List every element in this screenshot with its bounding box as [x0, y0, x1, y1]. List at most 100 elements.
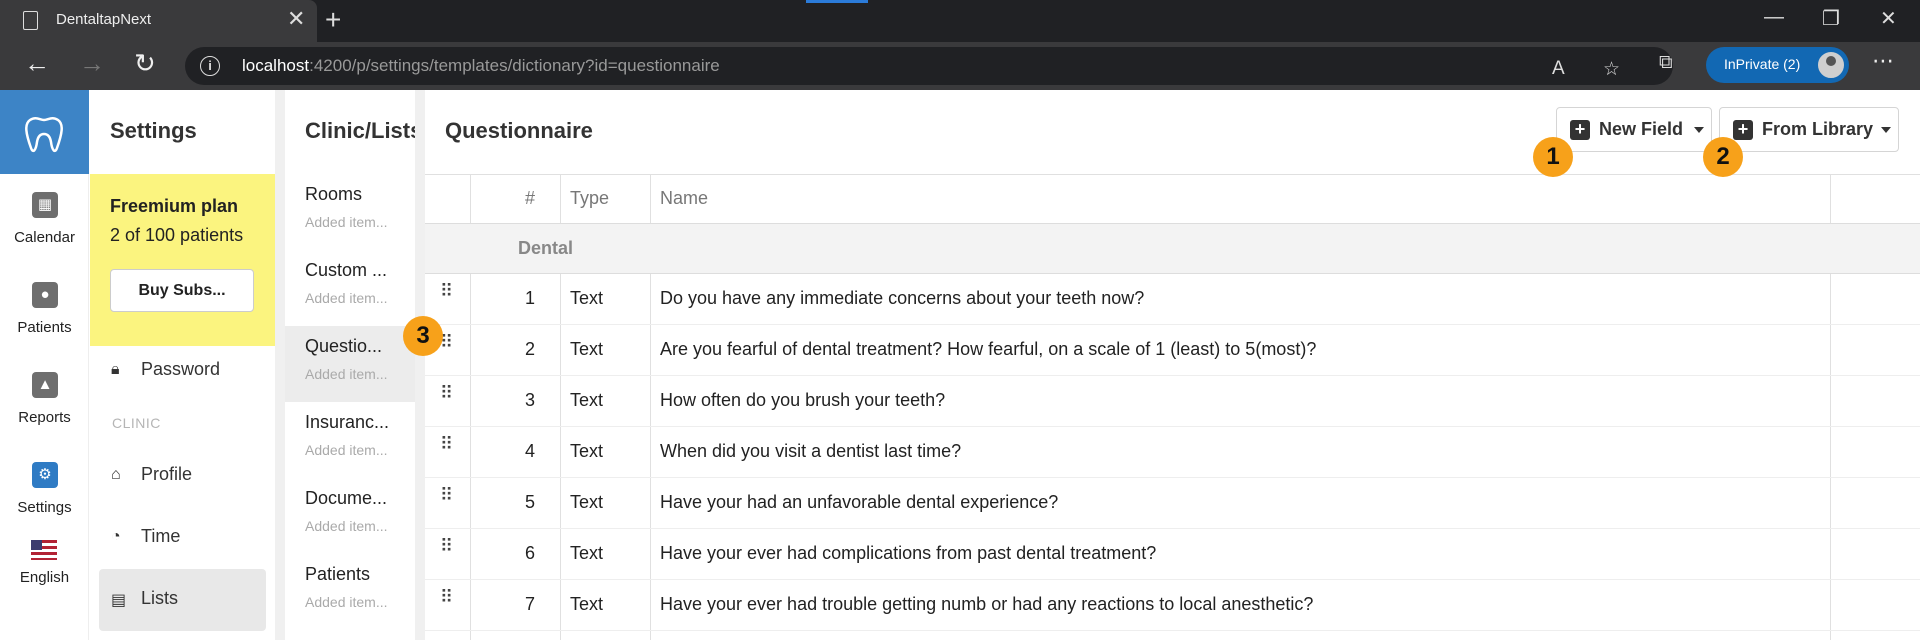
row-name: Have your ever had trouble getting numb …: [660, 594, 1314, 614]
rail-label-language: English: [19, 569, 70, 586]
table-row[interactable]: ⠿ 2 Text Are you fearful of dental treat…: [425, 325, 1920, 376]
settings-item-label: Lists: [141, 588, 179, 608]
fields-table: # Type Name Dental ⠿ 1 Text Do you have …: [425, 174, 1920, 640]
resize-handle[interactable]: [275, 90, 285, 640]
list-item-questionnaire[interactable]: Questio... Added item...: [285, 326, 415, 402]
list-item-sub: Added item...: [305, 214, 388, 230]
list-item-custom[interactable]: Custom ... Added item...: [285, 250, 415, 326]
row-number: 7: [524, 594, 535, 614]
refresh-icon[interactable]: ↻: [134, 48, 156, 79]
gear-icon: ⚙: [32, 462, 58, 488]
document-icon: [23, 11, 38, 30]
new-field-button[interactable]: + New Field: [1556, 107, 1712, 152]
rail-language[interactable]: English: [0, 540, 89, 620]
rail-reports[interactable]: ▲ Reports: [0, 372, 89, 452]
list-item-documents[interactable]: Docume... Added item...: [285, 478, 415, 554]
drag-handle-icon[interactable]: ⠿: [440, 537, 454, 555]
rail-label-settings: Settings: [17, 499, 72, 516]
avatar: [1816, 50, 1846, 80]
table-row[interactable]: ⠿ 3 Text How often do you brush your tee…: [425, 376, 1920, 427]
list-item-insurance[interactable]: Insuranc... Added item...: [285, 402, 415, 478]
drag-handle-icon[interactable]: ⠿: [440, 486, 454, 504]
settings-item-label: Profile: [141, 464, 193, 484]
row-name: When did you visit a dentist last time?: [660, 441, 962, 461]
table-row[interactable]: ⠿ 6 Text Have your ever had complication…: [425, 529, 1920, 580]
caret-down-icon: [1881, 127, 1891, 133]
group-label: Dental: [518, 238, 574, 258]
favorites-add-icon[interactable]: ☆: [1603, 58, 1620, 81]
list-item-name: Custom ...: [305, 260, 388, 280]
plus-icon: +: [1733, 120, 1753, 140]
drag-handle-icon[interactable]: ⠿: [440, 435, 454, 453]
list-item-name: Docume...: [305, 488, 388, 508]
lock-icon: 🔒︎: [111, 361, 120, 378]
drag-handle-icon[interactable]: ⠿: [440, 384, 454, 402]
info-icon[interactable]: i: [200, 56, 220, 76]
list-item-name: Rooms: [305, 184, 363, 204]
settings-item-lists[interactable]: ▤ Lists: [99, 569, 266, 631]
rail-label-patients: Patients: [17, 319, 72, 336]
annotation-badge-2: 2: [1703, 137, 1743, 177]
tab-title: DentaltapNext: [56, 11, 152, 28]
lists-panel: Clinic/Lists Rooms Added item... Custom …: [285, 90, 415, 640]
browser-tab-bar: DentaltapNext ✕ + — ❐ ✕: [0, 0, 1920, 42]
list-item-name: Patients: [305, 564, 371, 584]
back-icon[interactable]: ←: [24, 48, 50, 79]
list-item-sub: Added item...: [305, 518, 388, 534]
minimize-icon[interactable]: —: [1764, 6, 1784, 29]
browser-tab[interactable]: DentaltapNext ✕: [0, 0, 317, 42]
inprivate-button[interactable]: InPrivate (2): [1706, 47, 1849, 83]
from-library-button[interactable]: + From Library: [1719, 107, 1899, 152]
list-item-rooms[interactable]: Rooms Added item...: [285, 174, 415, 250]
users-icon: ●: [32, 282, 58, 308]
column-header-name: Name: [660, 188, 709, 208]
drag-handle-icon[interactable]: ⠿: [440, 282, 454, 300]
list-item-sub: Added item...: [305, 594, 388, 610]
rail-label-calendar: Calendar: [14, 229, 75, 246]
drag-handle-icon[interactable]: ⠿: [440, 588, 454, 606]
rail-label-reports: Reports: [18, 409, 71, 426]
calendar-icon: ▦: [32, 192, 58, 218]
url-path: :4200/p/settings/templates/dictionary?id…: [309, 56, 720, 75]
forward-icon[interactable]: →: [79, 48, 105, 79]
url-text: localhost:4200/p/settings/templates/dict…: [242, 56, 720, 76]
us-flag-icon: [31, 540, 57, 560]
app-logo[interactable]: [0, 90, 89, 174]
rail-patients[interactable]: ● Patients: [0, 282, 89, 362]
inprivate-label: InPrivate (2): [1724, 56, 1801, 72]
tab-indicator: [806, 0, 868, 3]
rail-calendar[interactable]: ▦ Calendar: [0, 192, 89, 272]
plan-card: Freemium plan 2 of 100 patients Buy Subs…: [90, 174, 275, 346]
settings-item-time[interactable]: ◔ Time: [90, 507, 275, 569]
table-row[interactable]: ⠿ 4 Text When did you visit a dentist la…: [425, 427, 1920, 478]
row-number: 5: [524, 492, 535, 512]
settings-item-password[interactable]: 🔒︎ Password: [90, 340, 275, 402]
list-item-patients[interactable]: Patients Added item...: [285, 554, 415, 630]
settings-item-label: Time: [141, 526, 181, 546]
settings-item-profile[interactable]: ⌂ Profile: [90, 445, 275, 507]
list-item-sub: Added item...: [305, 442, 388, 458]
buy-subscription-button[interactable]: Buy Subs...: [110, 269, 254, 312]
table-row[interactable]: ⠿ 1 Text Do you have any immediate conce…: [425, 274, 1920, 325]
row-type: Text: [570, 390, 604, 410]
more-menu-icon[interactable]: ⋯: [1872, 48, 1894, 74]
table-row[interactable]: ⠿ 7 Text Have your ever had trouble gett…: [425, 580, 1920, 631]
row-number: 3: [524, 390, 535, 410]
from-library-label: From Library: [1762, 119, 1874, 139]
close-window-icon[interactable]: ✕: [1880, 6, 1897, 31]
collections-icon[interactable]: ⧉: [1659, 52, 1673, 74]
url-field[interactable]: i localhost:4200/p/settings/templates/di…: [185, 47, 1673, 85]
column-header-number: #: [524, 188, 535, 208]
clock-icon: ◔: [111, 528, 121, 545]
list-item-name: Questio...: [305, 336, 383, 356]
lists-title: Clinic/Lists: [305, 118, 415, 143]
row-number: 6: [524, 543, 535, 563]
table-row[interactable]: ⠿ 5 Text Have your had an unfavorable de…: [425, 478, 1920, 529]
read-aloud-icon[interactable]: A: [1552, 58, 1565, 80]
new-tab-icon[interactable]: +: [325, 4, 341, 36]
chart-icon: ▲: [32, 372, 58, 398]
rail-settings[interactable]: ⚙ Settings: [0, 462, 89, 542]
resize-handle[interactable]: [415, 90, 425, 640]
close-tab-icon[interactable]: ✕: [287, 6, 305, 32]
restore-icon[interactable]: ❐: [1822, 6, 1840, 31]
